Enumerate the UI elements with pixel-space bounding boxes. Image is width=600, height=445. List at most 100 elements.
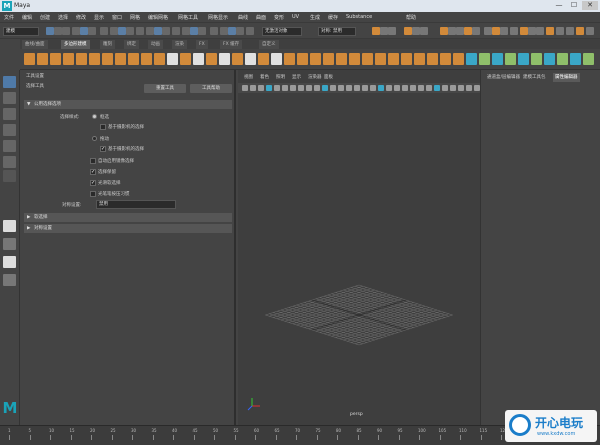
menu-item[interactable]: 生成: [310, 14, 320, 21]
shelf-tool-icon[interactable]: [323, 53, 334, 65]
shelf-tab[interactable]: 曲线/曲面: [22, 40, 48, 49]
status-tool-icon[interactable]: [228, 27, 236, 35]
status-tool-icon[interactable]: [136, 27, 144, 35]
shelf-tool-icon[interactable]: [284, 53, 295, 65]
soft-checkbox[interactable]: ✓: [90, 180, 96, 186]
status-tool-icon[interactable]: [80, 27, 88, 35]
status-tool-icon[interactable]: [62, 27, 70, 35]
shelf-tool-icon[interactable]: [570, 53, 581, 65]
shelf-tool-icon[interactable]: [375, 53, 386, 65]
render-tool-icon[interactable]: [448, 27, 456, 35]
status-tool-icon[interactable]: [100, 27, 108, 35]
menu-item[interactable]: 创建: [40, 14, 50, 21]
shelf-tool-icon[interactable]: [583, 53, 594, 65]
render-tool-icon[interactable]: [380, 27, 388, 35]
shelf-tool-icon[interactable]: [479, 53, 490, 65]
shelf-tool-icon[interactable]: [453, 53, 464, 65]
shelf-tool-icon[interactable]: [115, 53, 126, 65]
menu-item[interactable]: 变形: [274, 14, 284, 21]
shelf-tool-icon[interactable]: [154, 53, 165, 65]
menu-item[interactable]: 文件: [4, 14, 14, 21]
shelf-tool-icon[interactable]: [531, 53, 542, 65]
auto-mirror-checkbox[interactable]: [90, 158, 96, 164]
shelf-tab[interactable]: 渲染: [172, 40, 187, 49]
render-tool-icon[interactable]: [500, 27, 508, 35]
shelf-tool-icon[interactable]: [492, 53, 503, 65]
shelf-tool-icon[interactable]: [37, 53, 48, 65]
render-tool-icon[interactable]: [388, 27, 396, 35]
status-tool-icon[interactable]: [210, 27, 218, 35]
status-tool-icon[interactable]: [154, 27, 162, 35]
shelf-tool-icon[interactable]: [232, 53, 243, 65]
shelf-tool-icon[interactable]: [401, 53, 412, 65]
menu-item[interactable]: 网格: [130, 14, 140, 21]
shelf-tool-icon[interactable]: [50, 53, 61, 65]
single-view-icon[interactable]: [3, 220, 16, 232]
shelf-tool-icon[interactable]: [63, 53, 74, 65]
render-tool-icon[interactable]: [404, 27, 412, 35]
channel-box-tab[interactable]: 通道盒/层编辑器: [485, 73, 522, 82]
menu-item[interactable]: 编辑: [22, 14, 32, 21]
shelf-tool-icon[interactable]: [102, 53, 113, 65]
shelf-tool-icon[interactable]: [141, 53, 152, 65]
reset-tool-button[interactable]: 重置工具: [144, 84, 186, 93]
shelf-tab[interactable]: 绑定: [124, 40, 139, 49]
shelf-tool-icon[interactable]: [24, 53, 35, 65]
status-tool-icon[interactable]: [220, 27, 228, 35]
interaction-dropdown[interactable]: 禁用: [96, 200, 176, 209]
status-tool-icon[interactable]: [198, 27, 206, 35]
render-tool-icon[interactable]: [586, 27, 594, 35]
menu-item[interactable]: 网格工具: [178, 14, 198, 21]
drag-camera-checkbox[interactable]: ✓: [100, 146, 106, 152]
four-view-icon[interactable]: [3, 238, 16, 250]
shelf-tool-icon[interactable]: [440, 53, 451, 65]
rotate-tool-icon[interactable]: [3, 140, 16, 152]
shelf-tab[interactable]: 动画: [148, 40, 163, 49]
menu-item[interactable]: 显示: [94, 14, 104, 21]
menu-item[interactable]: 缓存: [328, 14, 338, 21]
shelf-tool-icon[interactable]: [518, 53, 529, 65]
shelf-tab[interactable]: FX: [196, 40, 208, 49]
viewport-panel[interactable]: 视图 着色 照明 显示 渲染器 面板 persp: [238, 70, 480, 425]
shelf-tab[interactable]: FX 缓存: [220, 40, 243, 49]
status-tool-icon[interactable]: [172, 27, 180, 35]
maximize-button[interactable]: ☐: [567, 1, 581, 10]
shelf-tool-icon[interactable]: [193, 53, 204, 65]
status-tool-icon[interactable]: [88, 27, 96, 35]
marquee-radio[interactable]: [92, 114, 97, 119]
status-tool-icon[interactable]: [54, 27, 62, 35]
render-tool-icon[interactable]: [464, 27, 472, 35]
shelf-tool-icon[interactable]: [349, 53, 360, 65]
layout-two-icon[interactable]: [3, 274, 16, 286]
shelf-tool-icon[interactable]: [219, 53, 230, 65]
status-tool-icon[interactable]: [246, 27, 254, 35]
status-tool-icon[interactable]: [162, 27, 170, 35]
move-tool-icon[interactable]: [3, 124, 16, 136]
shelf-tool-icon[interactable]: [76, 53, 87, 65]
minimize-button[interactable]: —: [552, 1, 566, 10]
live-object-field[interactable]: 无激活对象: [262, 27, 302, 36]
status-tool-icon[interactable]: [110, 27, 118, 35]
render-tool-icon[interactable]: [456, 27, 464, 35]
status-tool-icon[interactable]: [146, 27, 154, 35]
status-tool-icon[interactable]: [236, 27, 244, 35]
render-tool-icon[interactable]: [556, 27, 564, 35]
shelf-tab[interactable]: 雕刻: [100, 40, 115, 49]
shelf-tool-icon[interactable]: [128, 53, 139, 65]
menu-item[interactable]: UV: [292, 14, 299, 20]
shelf-tool-icon[interactable]: [310, 53, 321, 65]
render-tool-icon[interactable]: [484, 27, 492, 35]
close-button[interactable]: ✕: [582, 1, 598, 10]
lasso-tool-icon[interactable]: [3, 92, 16, 104]
marquee-camera-checkbox[interactable]: [100, 124, 106, 130]
render-tool-icon[interactable]: [372, 27, 380, 35]
stylus-checkbox[interactable]: [90, 191, 96, 197]
shelf-tool-icon[interactable]: [362, 53, 373, 65]
menu-item[interactable]: 网格显示: [208, 14, 228, 21]
menu-item[interactable]: 帮助: [406, 14, 416, 21]
menu-item[interactable]: 编辑网格: [148, 14, 168, 21]
render-tool-icon[interactable]: [472, 27, 480, 35]
shelf-tool-icon[interactable]: [167, 53, 178, 65]
shelf-tool-icon[interactable]: [414, 53, 425, 65]
render-tool-icon[interactable]: [528, 27, 536, 35]
